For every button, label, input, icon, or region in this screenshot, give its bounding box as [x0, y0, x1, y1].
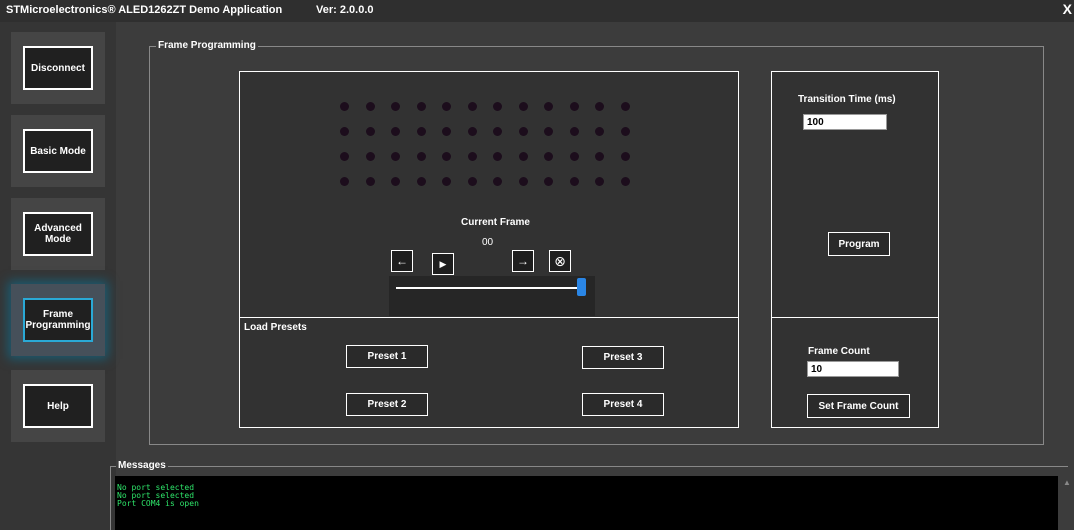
scroll-up-icon[interactable]: ▲ — [1063, 478, 1071, 487]
led-dot[interactable] — [467, 127, 477, 136]
app-title: STMicroelectronics® ALED1262ZT Demo Appl… — [6, 4, 283, 16]
led-dot[interactable] — [518, 177, 528, 186]
led-dot[interactable] — [569, 102, 579, 111]
preset-1-button[interactable]: Preset 1 — [346, 345, 428, 368]
led-dot[interactable] — [493, 152, 502, 161]
preset-2-button[interactable]: Preset 2 — [346, 393, 428, 416]
led-dot[interactable] — [416, 102, 426, 111]
led-dot[interactable] — [391, 177, 400, 186]
slider-track — [396, 287, 586, 289]
led-dot[interactable] — [569, 127, 579, 136]
transition-time-label: Transition Time (ms) — [798, 94, 896, 105]
sidebar-tile-help: Help — [11, 370, 105, 442]
led-dot[interactable] — [595, 152, 604, 161]
led-dot[interactable] — [493, 177, 502, 186]
led-dot[interactable] — [365, 127, 375, 136]
led-dot[interactable] — [340, 152, 349, 161]
sidebar: Disconnect Basic Mode Advanced Mode Fram… — [0, 22, 116, 530]
load-presets-panel: Load Presets Preset 1 Preset 2 Preset 3 … — [239, 317, 739, 428]
led-dot[interactable] — [569, 177, 579, 186]
messages-label: Messages — [116, 460, 168, 471]
led-dot[interactable] — [518, 152, 528, 161]
arrow-left-icon: ← — [396, 254, 408, 268]
led-dot[interactable] — [518, 102, 528, 111]
led-dot[interactable] — [340, 127, 349, 136]
close-icon[interactable]: X — [1063, 1, 1072, 17]
led-dot[interactable] — [544, 177, 553, 186]
messages-log: No port selected No port selected Port COM… — [115, 476, 1058, 530]
preset-3-button[interactable]: Preset 3 — [582, 346, 664, 369]
sidebar-tile-disconnect: Disconnect — [11, 32, 105, 104]
led-dot[interactable] — [467, 152, 477, 161]
led-dot[interactable] — [391, 102, 400, 111]
sidebar-tile-advanced-mode: Advanced Mode — [11, 198, 105, 270]
led-dot[interactable] — [493, 102, 502, 111]
slider-thumb[interactable] — [577, 278, 586, 296]
led-dot[interactable] — [416, 177, 426, 186]
led-dot[interactable] — [544, 152, 553, 161]
led-dot[interactable] — [467, 177, 477, 186]
led-dot[interactable] — [620, 152, 630, 161]
current-frame-label: Current Frame — [461, 217, 530, 228]
sidebar-tile-frame-programming: Frame Programming — [11, 284, 105, 356]
message-line: Port COM4 is open — [117, 499, 199, 508]
clear-icon: ⊗ — [554, 252, 566, 269]
led-dot[interactable] — [391, 127, 400, 136]
led-dot[interactable] — [391, 152, 400, 161]
next-frame-button[interactable]: → — [512, 250, 534, 272]
disconnect-button[interactable]: Disconnect — [23, 46, 93, 90]
led-dot[interactable] — [442, 102, 451, 111]
message-line: No port selected — [117, 491, 195, 500]
led-dot[interactable] — [442, 152, 451, 161]
app-version: Ver: 2.0.0.0 — [316, 4, 374, 16]
led-dot[interactable] — [365, 152, 375, 161]
play-button[interactable]: ▶ — [432, 253, 454, 275]
frame-slider[interactable] — [389, 276, 595, 316]
load-presets-label: Load Presets — [244, 322, 307, 333]
frame-programming-button[interactable]: Frame Programming — [23, 298, 93, 342]
frame-count-input[interactable] — [807, 361, 899, 377]
led-dot[interactable] — [620, 127, 630, 136]
current-frame-value: 00 — [482, 237, 494, 248]
frame-count-label: Frame Count — [808, 346, 870, 357]
led-dot[interactable] — [595, 127, 604, 136]
led-dot[interactable] — [365, 102, 375, 111]
led-dot[interactable] — [442, 177, 451, 186]
play-icon: ▶ — [439, 258, 447, 269]
led-dot[interactable] — [340, 102, 349, 111]
led-dot[interactable] — [493, 127, 502, 136]
sidebar-tile-basic-mode: Basic Mode — [11, 115, 105, 187]
led-dot[interactable] — [442, 127, 451, 136]
led-dot[interactable] — [595, 177, 604, 186]
led-grid — [340, 102, 640, 188]
led-dot[interactable] — [569, 152, 579, 161]
clear-frame-button[interactable]: ⊗ — [549, 250, 571, 272]
led-frame-panel: Current Frame 00 ← ▶ → ⊗ — [239, 71, 739, 318]
arrow-right-icon: → — [517, 254, 529, 268]
basic-mode-button[interactable]: Basic Mode — [23, 129, 93, 173]
led-dot[interactable] — [595, 102, 604, 111]
transition-time-input[interactable] — [803, 114, 887, 130]
led-dot[interactable] — [365, 177, 375, 186]
preset-4-button[interactable]: Preset 4 — [582, 393, 664, 416]
set-frame-count-button[interactable]: Set Frame Count — [807, 394, 910, 418]
frame-count-panel: Frame Count Set Frame Count — [771, 317, 939, 428]
advanced-mode-button[interactable]: Advanced Mode — [23, 212, 93, 256]
program-button[interactable]: Program — [828, 232, 890, 256]
message-line: No port selected — [117, 483, 195, 492]
led-dot[interactable] — [416, 152, 426, 161]
frame-programming-label: Frame Programming — [156, 40, 258, 51]
led-dot[interactable] — [544, 127, 553, 136]
transition-panel: Transition Time (ms) Program — [771, 71, 939, 318]
led-dot[interactable] — [544, 102, 553, 111]
led-dot[interactable] — [620, 177, 630, 186]
title-bar: STMicroelectronics® ALED1262ZT Demo Appl… — [0, 0, 1074, 22]
previous-frame-button[interactable]: ← — [391, 250, 413, 272]
led-dot[interactable] — [416, 127, 426, 136]
led-dot[interactable] — [518, 127, 528, 136]
led-dot[interactable] — [340, 177, 349, 186]
led-dot[interactable] — [467, 102, 477, 111]
led-dot[interactable] — [620, 102, 630, 111]
help-button[interactable]: Help — [23, 384, 93, 428]
